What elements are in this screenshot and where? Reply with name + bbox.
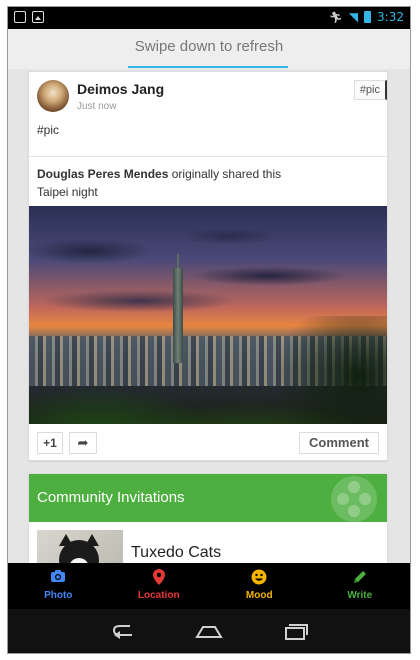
home-button[interactable] [189,619,229,643]
image-icon [32,11,44,23]
battery-icon [364,11,372,23]
photo-sky [29,206,387,326]
post-actions: +1 ➦ Comment [29,432,387,458]
screen-icon [14,11,26,23]
reshare-attribution: Douglas Peres Mendes originally shared t… [37,167,281,181]
comment-button[interactable]: Comment [299,432,379,454]
location-pin-icon [109,569,210,587]
hashtag-chip[interactable]: #pic [353,80,387,100]
community-title: Community Invitations [37,489,185,506]
refresh-label: Swipe down to refresh [134,38,284,55]
post-card[interactable]: Deimos Jang Just now #pic #pic Douglas P… [28,71,388,461]
recents-button[interactable] [274,619,314,643]
pull-to-refresh-header[interactable]: Swipe down to refresh [8,29,410,69]
community-thumbnail[interactable] [37,530,123,563]
location-label: Location [137,590,180,601]
photo-hill [29,316,387,424]
write-action[interactable]: Write [310,563,411,609]
write-label: Write [347,590,373,601]
pencil-icon [310,569,411,587]
refresh-indicator [128,66,288,68]
status-right-icons: 🏃︎ ◥ 3:32 [329,10,404,24]
community-header: Community Invitations [29,474,387,522]
system-nav-bar [8,609,410,653]
post-time: Just now [77,101,117,112]
back-arrow-icon [112,625,132,639]
location-action[interactable]: Location [109,563,210,609]
post-caption: Taipei night [37,185,98,199]
divider [29,156,387,157]
status-bar: 🏃︎ ◥ 3:32 [8,7,410,29]
wifi-icon: ◥ [348,10,359,24]
home-icon [195,626,223,638]
action-bar: Photo Location Mood Write [8,563,410,609]
plus-one-button[interactable]: +1 [37,432,63,454]
avatar[interactable] [37,80,69,112]
clock: 3:32 [377,10,404,24]
mood-action[interactable]: Mood [209,563,310,609]
photo-action[interactable]: Photo [8,563,109,609]
running-icon: 🏃︎ [328,11,343,24]
status-left-icons [14,11,44,23]
photo-label: Photo [44,590,73,601]
post-photo[interactable] [29,206,387,424]
post-text[interactable]: #pic [37,123,59,137]
stream[interactable]: Deimos Jang Just now #pic #pic Douglas P… [8,69,410,563]
reshare-suffix: originally shared this [171,167,282,181]
mood-label: Mood [245,590,273,601]
back-button[interactable] [104,619,144,643]
post-author[interactable]: Deimos Jang [77,81,164,97]
communities-icon [331,476,377,522]
share-arrow-icon: ➦ [77,435,89,450]
smiley-icon [209,569,310,587]
camera-icon [8,569,109,587]
original-author[interactable]: Douglas Peres Mendes [37,167,168,181]
share-button[interactable]: ➦ [69,432,97,454]
community-invitations-card[interactable]: Community Invitations Tuxedo Cats [28,473,388,563]
community-name[interactable]: Tuxedo Cats [131,544,221,562]
recent-apps-icon [285,624,308,640]
device-screen: 🏃︎ ◥ 3:32 Swipe down to refresh Deimos J… [7,6,411,654]
